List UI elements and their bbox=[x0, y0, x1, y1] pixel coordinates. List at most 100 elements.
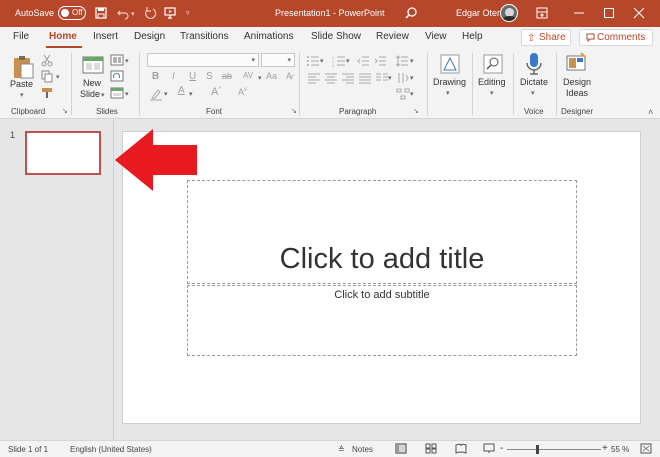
design-ideas-label-1[interactable]: Design bbox=[563, 77, 591, 87]
drawing-dropdown-icon[interactable]: ▾ bbox=[446, 89, 450, 97]
comments-button[interactable]: Comments bbox=[579, 29, 653, 46]
line-spacing-dropdown-icon[interactable]: ▾ bbox=[410, 57, 414, 65]
design-ideas-icon[interactable] bbox=[565, 52, 587, 74]
paste-dropdown-icon[interactable]: ▾ bbox=[20, 91, 24, 99]
tab-animations[interactable]: Animations bbox=[244, 31, 293, 42]
avatar[interactable] bbox=[500, 4, 518, 22]
language[interactable]: English (United States) bbox=[70, 445, 152, 454]
reset-slide-icon[interactable] bbox=[110, 69, 124, 83]
numbering-icon[interactable]: 123 bbox=[332, 54, 346, 68]
maximize-icon[interactable] bbox=[602, 6, 616, 20]
align-left-icon[interactable] bbox=[307, 71, 321, 85]
fit-slide-icon[interactable] bbox=[640, 443, 652, 454]
zoom-level[interactable]: 55 % bbox=[611, 445, 629, 454]
new-slide-dropdown-icon[interactable]: ▾ bbox=[101, 91, 105, 99]
italic-button[interactable]: I bbox=[172, 71, 175, 82]
tab-insert[interactable]: Insert bbox=[93, 31, 118, 42]
collapse-ribbon-icon[interactable]: ˄ bbox=[648, 107, 653, 117]
reading-view-icon[interactable] bbox=[455, 443, 467, 454]
text-direction-icon[interactable] bbox=[396, 71, 410, 85]
columns-dropdown-icon[interactable]: ▾ bbox=[388, 74, 392, 82]
slideshow-view-icon[interactable] bbox=[483, 443, 495, 454]
font-size-dropdown[interactable]: ▾ bbox=[261, 53, 295, 67]
underline-button[interactable]: U bbox=[189, 71, 196, 82]
paste-label[interactable]: Paste bbox=[10, 79, 33, 89]
zoom-in-button[interactable]: + bbox=[602, 443, 608, 454]
editing-icon[interactable] bbox=[482, 53, 504, 75]
share-button[interactable]: ⇧ Share bbox=[521, 29, 571, 46]
tab-file[interactable]: File bbox=[13, 31, 29, 42]
user-name[interactable]: Edgar Otero bbox=[456, 8, 505, 18]
zoom-out-button[interactable]: - bbox=[500, 443, 503, 454]
normal-view-icon[interactable] bbox=[395, 443, 407, 454]
line-spacing-icon[interactable] bbox=[395, 54, 409, 68]
columns-icon[interactable] bbox=[375, 71, 389, 85]
section-dropdown-icon[interactable]: ▾ bbox=[125, 90, 129, 98]
bullets-icon[interactable] bbox=[306, 54, 320, 68]
title-placeholder[interactable]: Click to add title bbox=[187, 180, 577, 284]
new-slide-label-1[interactable]: New bbox=[83, 78, 101, 88]
slide-sorter-icon[interactable] bbox=[425, 443, 437, 454]
font-color-dropdown-icon[interactable]: ▾ bbox=[189, 90, 193, 98]
justify-icon[interactable] bbox=[358, 71, 372, 85]
layout-dropdown-icon[interactable]: ▾ bbox=[125, 57, 129, 65]
undo-icon[interactable] bbox=[116, 6, 130, 20]
new-slide-icon[interactable] bbox=[81, 54, 105, 76]
slide-thumbnail[interactable] bbox=[25, 131, 101, 175]
align-right-icon[interactable] bbox=[341, 71, 355, 85]
align-center-icon[interactable] bbox=[324, 71, 338, 85]
tab-home[interactable]: Home bbox=[49, 31, 77, 42]
increase-font-icon[interactable]: A^ bbox=[211, 86, 221, 98]
clear-format-icon[interactable]: A̷ bbox=[286, 71, 292, 81]
increase-indent-icon[interactable] bbox=[373, 54, 387, 68]
format-painter-icon[interactable] bbox=[40, 86, 54, 100]
strikethrough-button[interactable]: ab bbox=[222, 71, 232, 81]
bullets-dropdown-icon[interactable]: ▾ bbox=[320, 57, 324, 65]
char-spacing-button[interactable]: AV bbox=[243, 71, 253, 80]
highlighter-dropdown-icon[interactable]: ▾ bbox=[164, 90, 168, 98]
new-slide-label-2[interactable]: Slide bbox=[80, 89, 100, 99]
undo-dropdown-icon[interactable]: ▾ bbox=[131, 10, 135, 18]
editing-dropdown-icon[interactable]: ▾ bbox=[490, 89, 494, 97]
drawing-icon[interactable] bbox=[439, 53, 461, 75]
notes-icon[interactable]: ≙ bbox=[338, 445, 345, 454]
zoom-slider[interactable] bbox=[507, 449, 601, 450]
redo-icon[interactable] bbox=[143, 6, 157, 20]
tab-design[interactable]: Design bbox=[134, 31, 165, 42]
design-ideas-label-2[interactable]: Ideas bbox=[566, 88, 588, 98]
editing-label[interactable]: Editing bbox=[478, 77, 506, 87]
dictate-label[interactable]: Dictate bbox=[520, 77, 548, 87]
microphone-icon[interactable] bbox=[524, 52, 544, 76]
shadow-button[interactable]: S bbox=[206, 71, 213, 82]
drawing-label[interactable]: Drawing bbox=[433, 77, 466, 87]
tab-transitions[interactable]: Transitions bbox=[180, 31, 229, 42]
char-spacing-dropdown-icon[interactable]: ▾ bbox=[258, 74, 262, 82]
case-icon[interactable]: Aa bbox=[266, 71, 277, 81]
tab-review[interactable]: Review bbox=[376, 31, 409, 42]
decrease-indent-icon[interactable] bbox=[356, 54, 370, 68]
vertical-scrollbar[interactable] bbox=[647, 120, 660, 440]
tab-view[interactable]: View bbox=[425, 31, 447, 42]
copy-icon[interactable] bbox=[40, 69, 54, 83]
font-launcher-icon[interactable]: ↘ bbox=[291, 107, 297, 115]
text-direction-dropdown-icon[interactable]: ▾ bbox=[410, 74, 414, 82]
tab-slide-show[interactable]: Slide Show bbox=[311, 31, 361, 42]
tab-help[interactable]: Help bbox=[462, 31, 483, 42]
copy-dropdown-icon[interactable]: ▾ bbox=[56, 73, 60, 81]
paste-icon[interactable] bbox=[11, 54, 35, 80]
highlighter-icon[interactable] bbox=[149, 87, 163, 101]
present-icon[interactable] bbox=[163, 6, 177, 20]
numbering-dropdown-icon[interactable]: ▾ bbox=[346, 57, 350, 65]
layout-icon[interactable] bbox=[110, 53, 124, 67]
font-color-icon[interactable]: A bbox=[178, 85, 185, 96]
subtitle-placeholder[interactable]: Click to add subtitle bbox=[187, 285, 577, 356]
section-icon[interactable] bbox=[110, 86, 124, 100]
search-icon[interactable] bbox=[404, 6, 418, 20]
customize-qat-icon[interactable]: ▿ bbox=[186, 9, 190, 17]
bold-button[interactable]: B bbox=[152, 71, 159, 82]
cut-icon[interactable] bbox=[40, 53, 54, 67]
clipboard-launcher-icon[interactable]: ↘ bbox=[62, 107, 68, 115]
smartart-dropdown-icon[interactable]: ▾ bbox=[410, 90, 414, 98]
ribbon-display-icon[interactable] bbox=[535, 6, 549, 20]
paragraph-launcher-icon[interactable]: ↘ bbox=[413, 107, 419, 115]
